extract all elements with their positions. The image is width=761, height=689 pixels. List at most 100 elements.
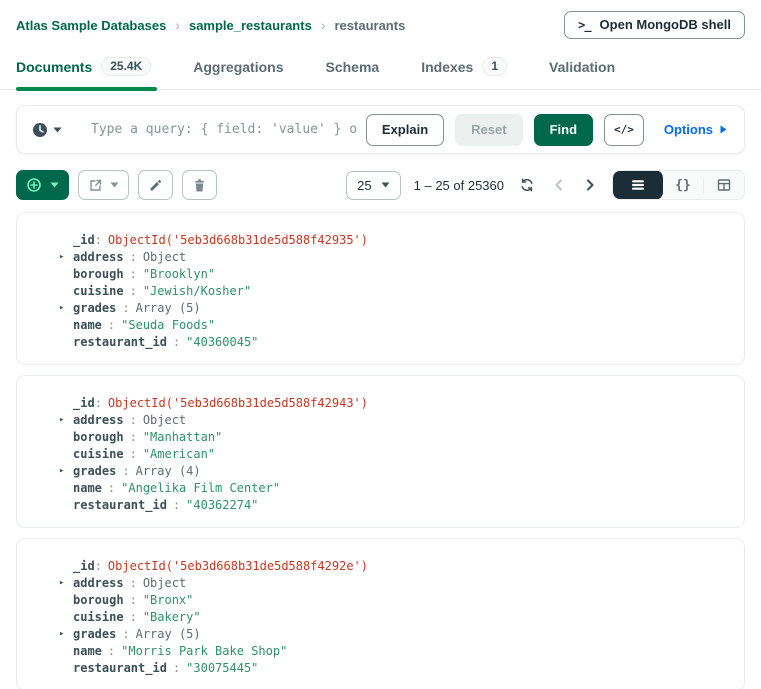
list-view-button[interactable] xyxy=(613,170,663,200)
tab-indexes[interactable]: Indexes 1 xyxy=(421,48,507,89)
chevron-left-icon xyxy=(552,178,566,192)
json-view-icon: {} xyxy=(675,178,691,193)
document-field-row: _id : ObjectId('5eb3d668b31de5d588f4292e… xyxy=(59,557,728,574)
document-card[interactable]: _id : ObjectId('5eb3d668b31de5d588f42935… xyxy=(16,212,745,365)
update-documents-button[interactable] xyxy=(138,170,173,200)
field-value: ObjectId('5eb3d668b31de5d588f4292e') xyxy=(108,559,368,573)
documents-toolbar: 25 1 – 25 of 25360 xyxy=(16,170,745,200)
expand-arrow-icon[interactable]: ▸ xyxy=(59,578,73,588)
caret-down-icon xyxy=(53,127,62,133)
field-colon: : xyxy=(122,301,129,315)
shell-button-label: Open MongoDB shell xyxy=(600,17,731,32)
delete-documents-button[interactable] xyxy=(182,170,217,200)
field-colon: : xyxy=(108,644,115,658)
code-view-toggle-button[interactable]: </> xyxy=(604,114,644,146)
field-key: name xyxy=(73,481,102,495)
field-key: grades xyxy=(73,627,116,641)
field-value: "Manhattan" xyxy=(143,430,222,444)
add-data-button[interactable] xyxy=(16,170,69,200)
document-field-row: ▸ grades : Array (5) xyxy=(59,299,728,316)
document-field-row: ▸ address : Object xyxy=(59,411,728,428)
tab-schema[interactable]: Schema xyxy=(326,48,380,89)
field-value: "40362274" xyxy=(186,498,258,512)
document-fields: _id : ObjectId('5eb3d668b31de5d588f42943… xyxy=(59,394,728,513)
tab-aggregations[interactable]: Aggregations xyxy=(193,48,283,89)
field-value: "30075445" xyxy=(186,661,258,675)
field-value: Array (5) xyxy=(136,301,201,315)
breadcrumb-database-group[interactable]: Atlas Sample Databases xyxy=(16,18,166,33)
field-colon: : xyxy=(95,233,102,247)
chevron-right-icon: › xyxy=(175,17,180,33)
field-key: cuisine xyxy=(73,447,124,461)
query-actions: Explain Reset Find </> Options xyxy=(366,114,733,146)
tab-documents[interactable]: Documents 25.4K xyxy=(16,48,151,89)
caret-down-icon xyxy=(110,182,119,188)
export-icon xyxy=(88,178,103,193)
field-key: grades xyxy=(73,464,116,478)
document-field-row: borough : "Bronx" xyxy=(59,591,728,608)
field-key: restaurant_id xyxy=(73,335,167,349)
field-value: Array (4) xyxy=(136,464,201,478)
toolbar-left-group xyxy=(16,170,217,200)
field-value: "Jewish/Kosher" xyxy=(143,284,251,298)
find-button[interactable]: Find xyxy=(534,114,593,146)
field-colon: : xyxy=(130,447,137,461)
caret-right-icon xyxy=(720,125,727,134)
documents-count-badge: 25.4K xyxy=(101,57,151,76)
query-history-dropdown[interactable] xyxy=(32,122,62,138)
caret-down-icon xyxy=(381,182,390,188)
tab-validation[interactable]: Validation xyxy=(549,48,615,89)
reset-button[interactable]: Reset xyxy=(455,114,522,146)
document-field-row: ▸ address : Object xyxy=(59,248,728,265)
breadcrumb-database[interactable]: sample_restaurants xyxy=(189,18,312,33)
field-colon: : xyxy=(130,610,137,624)
document-field-row: name : "Angelika Film Center" xyxy=(59,479,728,496)
field-colon: : xyxy=(108,481,115,495)
clock-icon xyxy=(32,122,48,138)
list-view-icon xyxy=(630,177,646,193)
options-toggle[interactable]: Options xyxy=(664,122,727,137)
page-size-value: 25 xyxy=(357,178,371,193)
field-key: address xyxy=(73,250,124,264)
field-colon: : xyxy=(122,464,129,478)
open-mongodb-shell-button[interactable]: >_ Open MongoDB shell xyxy=(564,11,745,39)
document-field-row: borough : "Brooklyn" xyxy=(59,265,728,282)
export-data-button[interactable] xyxy=(78,170,129,200)
refresh-button[interactable] xyxy=(517,175,537,195)
field-key: grades xyxy=(73,301,116,315)
explain-button[interactable]: Explain xyxy=(366,114,444,146)
view-toggle: {} xyxy=(612,170,745,200)
expand-arrow-icon[interactable]: ▸ xyxy=(59,252,73,262)
plus-circle-icon xyxy=(26,177,42,193)
field-colon: : xyxy=(130,593,137,607)
json-view-button[interactable]: {} xyxy=(663,170,703,200)
indexes-count-badge: 1 xyxy=(482,57,507,76)
document-field-row: cuisine : "Jewish/Kosher" xyxy=(59,282,728,299)
document-field-row: _id : ObjectId('5eb3d668b31de5d588f42943… xyxy=(59,394,728,411)
field-key: name xyxy=(73,644,102,658)
tab-label: Aggregations xyxy=(193,59,283,75)
field-key: name xyxy=(73,318,102,332)
query-input[interactable]: Type a query: { field: 'value' } or Gene xyxy=(91,122,356,137)
options-label: Options xyxy=(664,122,713,137)
expand-arrow-icon[interactable]: ▸ xyxy=(59,629,73,639)
field-colon: : xyxy=(130,430,137,444)
field-value: Object xyxy=(143,250,186,264)
expand-arrow-icon[interactable]: ▸ xyxy=(59,415,73,425)
document-card[interactable]: _id : ObjectId('5eb3d668b31de5d588f42943… xyxy=(16,375,745,528)
table-view-button[interactable] xyxy=(704,170,744,200)
previous-page-button[interactable] xyxy=(550,176,568,194)
field-colon: : xyxy=(130,576,137,590)
field-value: Array (5) xyxy=(136,627,201,641)
document-field-row: restaurant_id : "40362274" xyxy=(59,496,728,513)
document-card[interactable]: _id : ObjectId('5eb3d668b31de5d588f4292e… xyxy=(16,538,745,689)
document-field-row: ▸ address : Object xyxy=(59,574,728,591)
expand-arrow-icon[interactable]: ▸ xyxy=(59,303,73,313)
trash-icon xyxy=(192,178,207,193)
refresh-icon xyxy=(519,177,535,193)
field-key: _id xyxy=(73,233,95,247)
page-size-select[interactable]: 25 xyxy=(346,171,400,200)
field-colon: : xyxy=(130,413,137,427)
expand-arrow-icon[interactable]: ▸ xyxy=(59,466,73,476)
next-page-button[interactable] xyxy=(581,176,599,194)
